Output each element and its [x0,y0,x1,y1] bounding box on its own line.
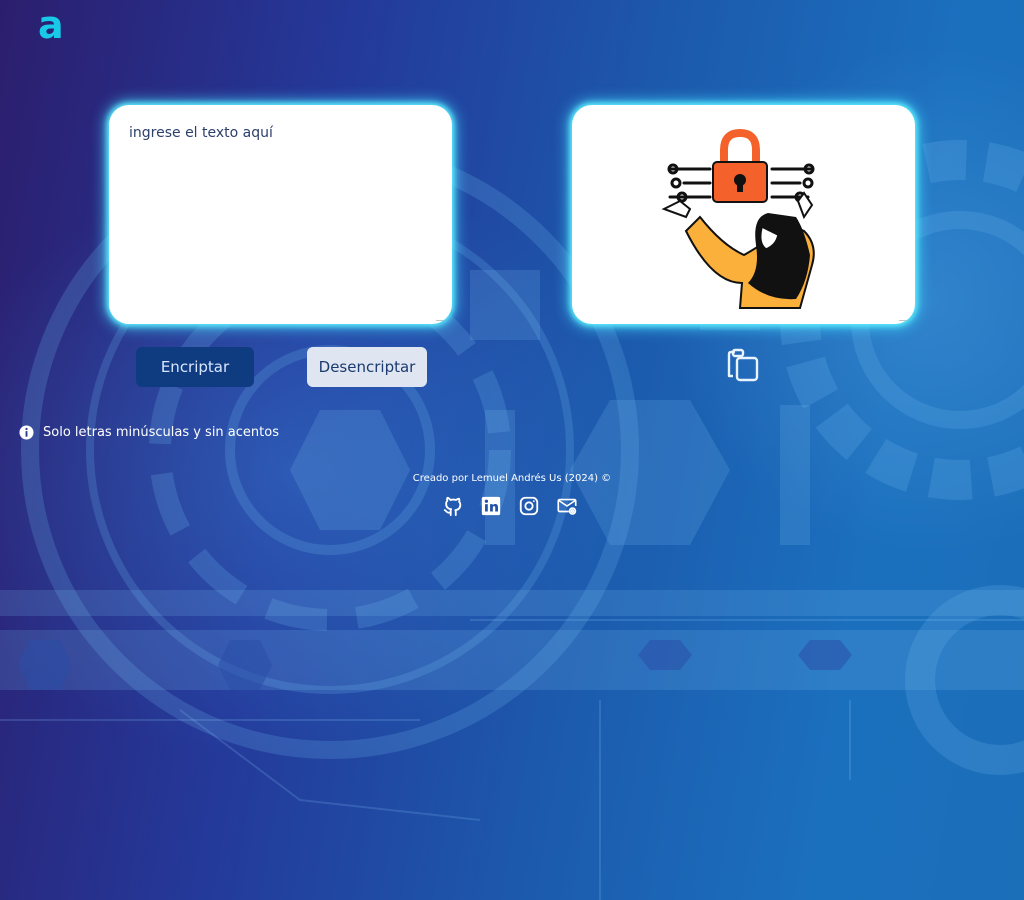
text-input[interactable] [109,105,452,324]
instagram-link[interactable] [518,495,540,517]
linkedin-link[interactable] [480,495,502,517]
output-panel [572,105,915,324]
copy-button[interactable] [724,348,762,386]
footer-credit: Creado por Lemuel Andrés Us (2024) © [412,473,612,484]
copy-icon [727,348,759,382]
text-input-panel [109,105,452,324]
logo[interactable]: a [38,3,64,47]
decrypt-button[interactable]: Desencriptar [307,347,427,387]
info-text: Solo letras minúsculas y sin acentos [43,425,279,440]
email-icon [557,498,577,515]
email-link[interactable] [556,495,578,517]
instagram-icon [519,496,539,516]
linkedin-icon [481,496,501,516]
info-note: Solo letras minúsculas y sin acentos [19,425,279,440]
github-icon [443,496,462,517]
info-icon [19,425,34,440]
encrypt-button[interactable]: Encriptar [136,347,254,387]
encryption-illustration [661,128,815,309]
github-link[interactable] [442,495,464,517]
social-links [442,495,578,517]
